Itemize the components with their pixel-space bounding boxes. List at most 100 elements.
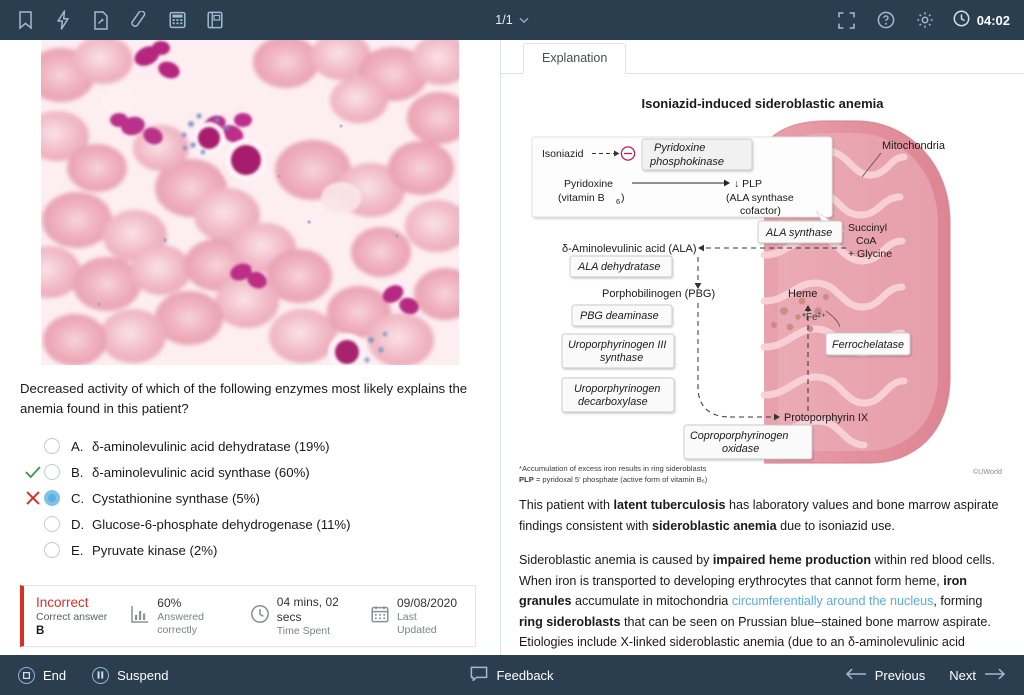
feedback-icon	[470, 666, 488, 685]
timer-value: 04:02	[976, 12, 1010, 28]
choice-d-label: D. Glucose-6-phosphate dehydrogenase (11…	[71, 517, 351, 532]
main-area: Decreased activity of which of the follo…	[0, 40, 1024, 655]
feedback-button[interactable]: Feedback	[470, 666, 554, 685]
toolbar-tools	[14, 9, 226, 31]
lab-values-icon[interactable]	[204, 9, 226, 31]
choice-a-radio[interactable]	[44, 438, 60, 454]
svg-text:6: 6	[616, 197, 620, 206]
footer-right: Previous Next	[845, 668, 1006, 683]
correct-answer-value: B	[36, 624, 45, 637]
choice-b-label: B. δ-aminolevulinic acid synthase (60%)	[71, 465, 310, 480]
choice-e-text: Pyruvate kinase (2%)	[92, 542, 218, 558]
heme-synthesis-diagram: *Fe²⁺ Mitochondria Isoniazid Pyridoxine …	[526, 115, 1000, 465]
highlighter-icon[interactable]	[128, 9, 150, 31]
results-bar: Incorrect Correct answer B 60% Answered …	[20, 585, 476, 647]
calculator-icon[interactable]	[166, 9, 188, 31]
top-toolbar: 1/1 04:02	[0, 0, 1024, 40]
figure-footnote-2: PLP = pyridoxal 5' phosphate (active for…	[519, 474, 1006, 485]
tab-explanation[interactable]: Explanation	[523, 43, 627, 74]
arrow-right-icon	[984, 668, 1006, 683]
choice-d[interactable]: D. Glucose-6-phosphate dehydrogenase (11…	[0, 511, 500, 537]
explanation-scroll[interactable]: Isoniazid-induced sideroblastic anemia *…	[501, 74, 1024, 655]
choice-c-label: C. Cystathionine synthase (5%)	[71, 491, 260, 506]
inset-drug-label: Isoniazid	[542, 148, 584, 160]
explanation-pane: Explanation Isoniazid-induced sideroblas…	[500, 40, 1024, 655]
choice-e-radio[interactable]	[44, 542, 60, 558]
choice-a[interactable]: A. δ-aminolevulinic acid dehydratase (19…	[0, 433, 500, 459]
explanation-text: This patient with latent tuberculosis ha…	[519, 495, 1006, 655]
blood-smear-image	[41, 40, 459, 365]
choice-b[interactable]: B. δ-aminolevulinic acid synthase (60%)	[0, 459, 500, 485]
bottom-toolbar: End Suspend Feedback Previous Next	[0, 655, 1024, 695]
inset-enzyme-line1: Pyridoxine	[654, 142, 705, 154]
figure-footnote-2-bold: PLP	[519, 475, 534, 484]
answer-choices: A. δ-aminolevulinic acid dehydratase (19…	[0, 433, 500, 563]
inset-product: ↓ PLP	[734, 178, 762, 190]
stat-last-updated: 09/08/2020 Last Updated	[370, 596, 475, 637]
settings-icon[interactable]	[914, 9, 936, 31]
previous-label: Previous	[874, 667, 926, 683]
figure-footnote-1: *Accumulation of excess iron results in …	[519, 464, 707, 473]
tab-row: Explanation	[501, 40, 1024, 74]
next-button[interactable]: Next	[949, 668, 1006, 683]
enzyme-pbg-deaminase: PBG deaminase	[580, 310, 659, 322]
fullscreen-icon[interactable]	[836, 9, 858, 31]
chevron-down-icon	[519, 13, 529, 27]
stat-value-time: 04 mins, 02 secs	[276, 594, 339, 624]
choice-a-label: A. δ-aminolevulinic acid dehydratase (19…	[71, 439, 330, 454]
notes-icon[interactable]	[90, 9, 112, 31]
suspend-label: Suspend	[117, 667, 169, 683]
enzyme-uro3-synthase-l1: Uroporphyrinogen III	[568, 339, 666, 351]
choice-a-letter: A.	[71, 438, 84, 454]
choice-c-text: Cystathionine synthase (5%)	[92, 490, 260, 506]
enzyme-ala-dehydratase: ALA dehydratase	[577, 261, 660, 273]
page-indicator[interactable]: 1/1	[495, 13, 529, 27]
choice-b-text: δ-aminolevulinic acid synthase (60%)	[92, 464, 310, 480]
svg-text:): )	[621, 192, 625, 204]
stat-answered-correctly: 60% Answered correctly	[130, 596, 250, 637]
bar-chart-icon	[130, 604, 150, 629]
next-label: Next	[949, 667, 976, 683]
feedback-label: Feedback	[496, 667, 554, 683]
choice-d-radio[interactable]	[44, 516, 60, 532]
choice-b-letter: B.	[71, 464, 84, 480]
choice-a-text: δ-aminolevulinic acid dehydratase (19%)	[92, 438, 330, 454]
choice-b-radio[interactable]	[44, 464, 60, 480]
enzyme-copro-oxidase-l1: Coproporphyrinogen	[690, 430, 788, 442]
inset-product-sub1: (ALA synthase	[726, 192, 794, 204]
inset-substrate-sub: (vitamin B	[558, 192, 605, 204]
stat-text-answered: 60% Answered correctly	[157, 596, 232, 637]
metabolite-heme: Heme	[788, 288, 817, 300]
choice-c-radio[interactable]	[44, 490, 60, 506]
previous-button[interactable]: Previous	[845, 667, 926, 683]
suspend-button[interactable]: Suspend	[92, 666, 169, 684]
mito-substrate-1: Succinyl	[848, 222, 887, 234]
metabolite-pbg: Porphobilinogen (PBG)	[602, 288, 715, 300]
stat-label-time: Time Spent	[276, 624, 331, 637]
enzyme-uro-decarboxylase-l1: Uroporphyrinogen	[574, 383, 660, 395]
incorrect-cross-icon	[22, 491, 44, 505]
metabolite-protoporphyrin: Protoporphyrin IX	[784, 412, 868, 424]
choice-d-letter: D.	[71, 516, 85, 532]
choice-c[interactable]: C. Cystathionine synthase (5%)	[0, 485, 500, 511]
footer-left: End Suspend	[18, 666, 169, 684]
page-indicator-label: 1/1	[495, 13, 513, 27]
stat-text-updated: 09/08/2020 Last Updated	[397, 596, 457, 637]
figure-copyright: ©UWorld	[972, 467, 1002, 476]
blood-smear-image-wrap	[0, 40, 500, 365]
stat-label-updated: Last Updated	[396, 610, 437, 636]
correct-answer-label: Correct answer	[36, 610, 108, 623]
arrow-left-icon	[845, 668, 867, 683]
figure-title: Isoniazid-induced sideroblastic anemia	[641, 96, 884, 111]
inset-enzyme-line2: phosphokinase	[649, 156, 724, 168]
end-button[interactable]: End	[18, 666, 66, 684]
flash-icon[interactable]	[52, 9, 74, 31]
choice-e[interactable]: E. Pyruvate kinase (2%)	[0, 537, 500, 563]
end-icon	[18, 666, 35, 684]
enzyme-ferrochelatase: Ferrochelatase	[832, 339, 904, 351]
question-stem: Decreased activity of which of the follo…	[20, 381, 468, 416]
help-icon[interactable]	[875, 9, 897, 31]
iron-label: *Fe²⁺	[802, 312, 826, 323]
bookmark-icon[interactable]	[14, 9, 36, 31]
status-badge: Incorrect	[36, 594, 89, 610]
